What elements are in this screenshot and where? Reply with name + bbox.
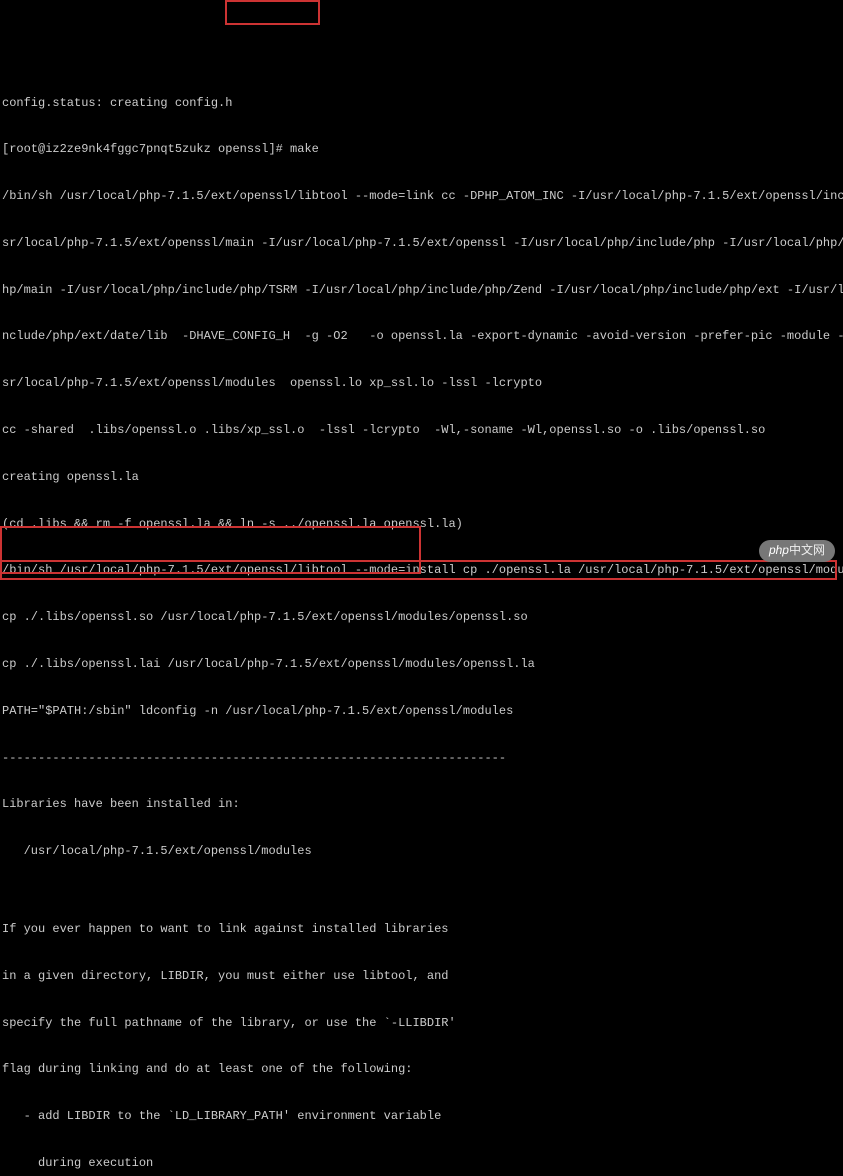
terminal-line: nclude/php/ext/date/lib -DHAVE_CONFIG_H …: [2, 329, 841, 345]
terminal-line: sr/local/php-7.1.5/ext/openssl/main -I/u…: [2, 236, 841, 252]
terminal-line: cp ./.libs/openssl.lai /usr/local/php-7.…: [2, 657, 841, 673]
watermark-php: php: [769, 543, 789, 557]
terminal-line: creating openssl.la: [2, 470, 841, 486]
watermark-badge: php中文网: [759, 540, 835, 562]
terminal-line: flag during linking and do at least one …: [2, 1062, 841, 1078]
terminal-line: in a given directory, LIBDIR, you must e…: [2, 969, 841, 985]
terminal-line: sr/local/php-7.1.5/ext/openssl/modules o…: [2, 376, 841, 392]
terminal-line: (cd .libs && rm -f openssl.la && ln -s .…: [2, 517, 841, 533]
annotation-box-make-cmd: [225, 0, 320, 25]
terminal-line: /bin/sh /usr/local/php-7.1.5/ext/openssl…: [2, 563, 841, 579]
terminal-line: cc -shared .libs/openssl.o .libs/xp_ssl.…: [2, 423, 841, 439]
terminal-line: /bin/sh /usr/local/php-7.1.5/ext/openssl…: [2, 189, 841, 205]
terminal-line: config.status: creating config.h: [2, 96, 841, 112]
terminal-line: [root@iz2ze9nk4fggc7pnqt5zukz openssl]# …: [2, 142, 841, 158]
terminal-line: /usr/local/php-7.1.5/ext/openssl/modules: [2, 844, 841, 860]
terminal-output[interactable]: config.status: creating config.h [root@i…: [0, 62, 843, 1176]
terminal-line: cp ./.libs/openssl.so /usr/local/php-7.1…: [2, 610, 841, 626]
terminal-line: - add LIBDIR to the `LD_LIBRARY_PATH' en…: [2, 1109, 841, 1125]
terminal-line: ----------------------------------------…: [2, 751, 841, 767]
watermark-cn: 中文网: [789, 543, 825, 557]
terminal-line: Libraries have been installed in:: [2, 797, 841, 813]
terminal-line: specify the full pathname of the library…: [2, 1016, 841, 1032]
terminal-line: hp/main -I/usr/local/php/include/php/TSR…: [2, 283, 841, 299]
terminal-line: during execution: [2, 1156, 841, 1172]
terminal-line: PATH="$PATH:/sbin" ldconfig -n /usr/loca…: [2, 704, 841, 720]
terminal-line: If you ever happen to want to link again…: [2, 922, 841, 938]
